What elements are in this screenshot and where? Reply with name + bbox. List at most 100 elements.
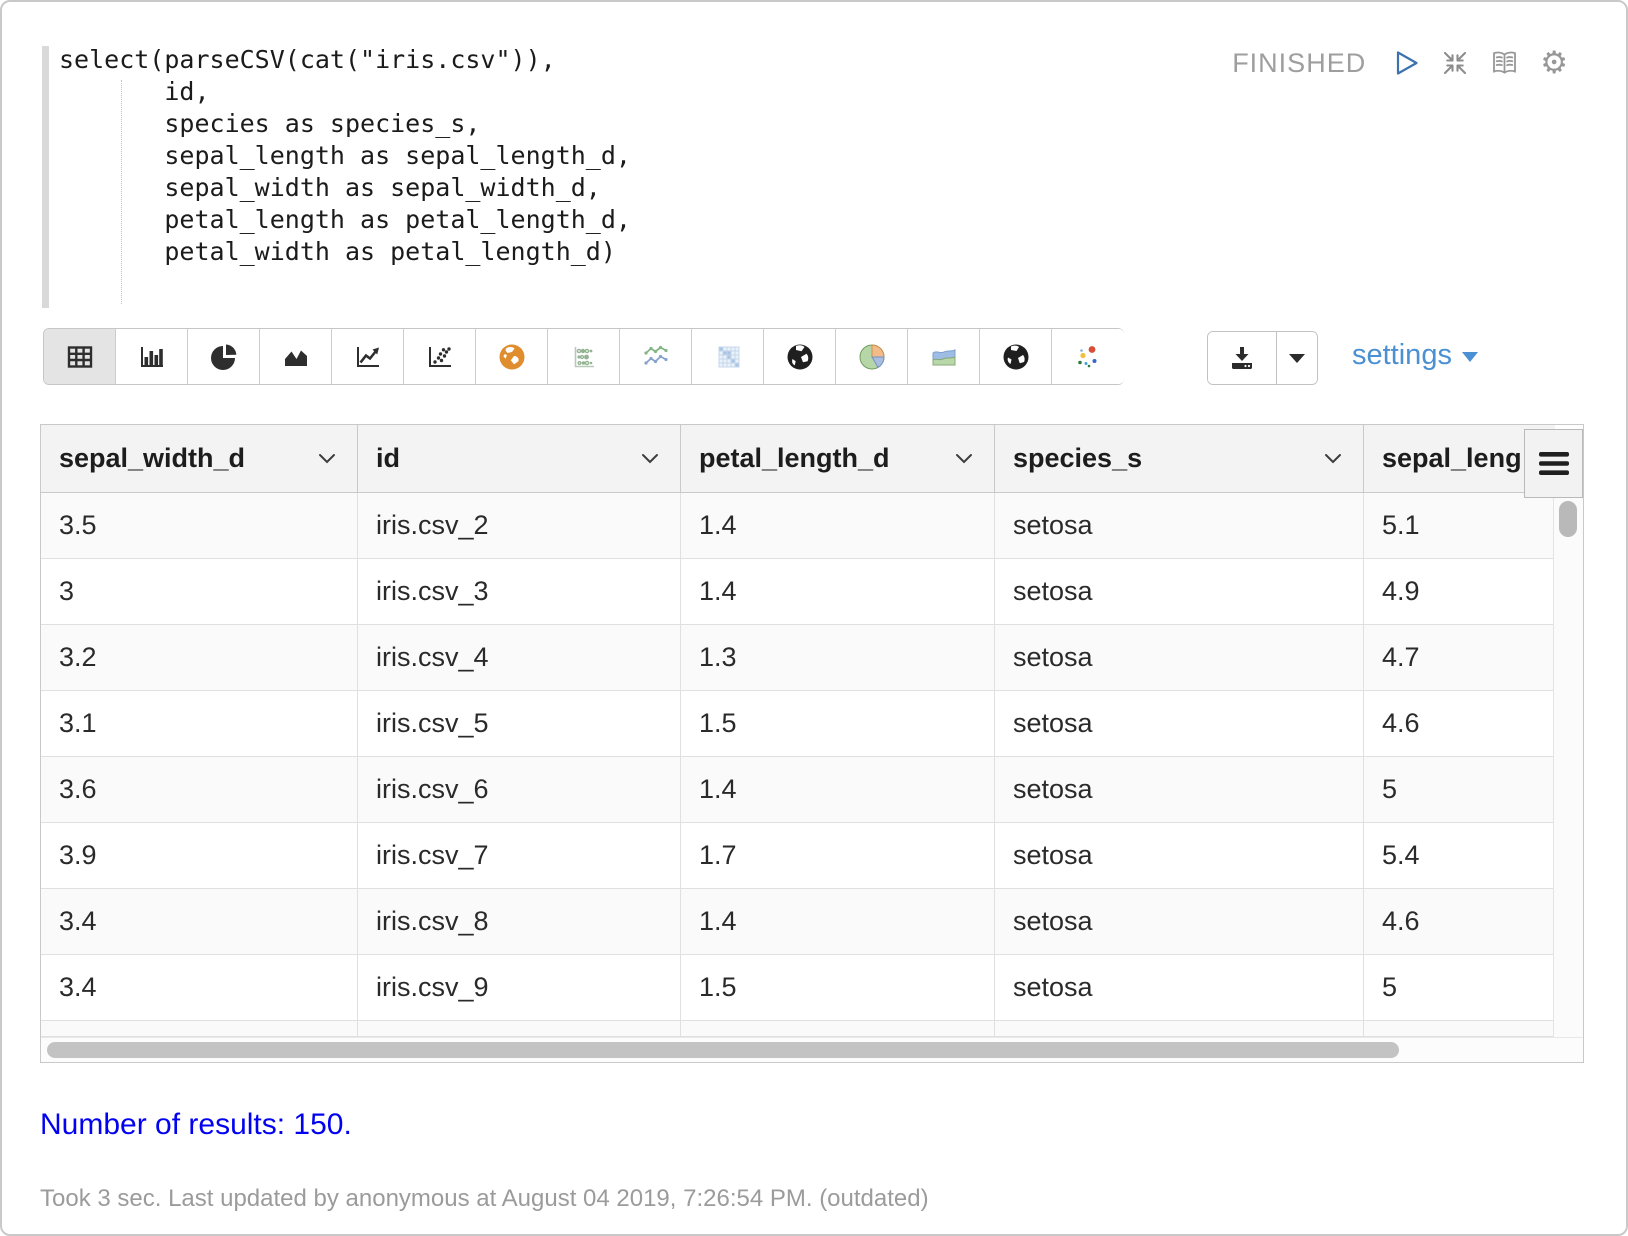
table-row: 3.9 iris.csv_7 1.7 setosa 5.4 <box>41 823 1555 889</box>
cell: setosa <box>995 757 1364 822</box>
area-chart-icon <box>282 343 310 371</box>
table-menu-button[interactable] <box>1524 429 1583 498</box>
cell: 1.5 <box>681 955 995 1020</box>
chevron-down-icon[interactable] <box>640 453 660 465</box>
code-line: id, <box>59 76 942 108</box>
cell: 4.7 <box>1364 625 1555 690</box>
table-row: 3.4 iris.csv_9 1.5 setosa 5 <box>41 955 1555 1021</box>
cell: iris.csv_4 <box>358 625 681 690</box>
cell: setosa <box>995 493 1364 558</box>
table-row: 3.1 iris.csv_5 1.5 setosa 4.6 <box>41 691 1555 757</box>
result-table: sepal_width_d id petal_length_d species_… <box>40 424 1584 1063</box>
caret-down-icon <box>1462 352 1478 362</box>
viz-sparkline-button[interactable] <box>620 329 692 384</box>
hamburger-menu-icon <box>1539 452 1569 475</box>
chevron-down-icon[interactable] <box>954 453 974 465</box>
cell <box>1364 1021 1555 1036</box>
table-row: 3.5 iris.csv_2 1.4 setosa 5.1 <box>41 493 1555 559</box>
code-line: petal_length as petal_length_d, <box>59 204 942 236</box>
play-icon <box>1393 49 1420 77</box>
viz-line-chart-button[interactable] <box>332 329 404 384</box>
cell: 5 <box>1364 955 1555 1020</box>
cell: setosa <box>995 559 1364 624</box>
code-line: select(parseCSV(cat("iris.csv")), <box>59 44 942 76</box>
cell: 5 <box>1364 757 1555 822</box>
chevron-down-icon[interactable] <box>1323 453 1343 465</box>
viz-globe-orange-button[interactable] <box>476 329 548 384</box>
cell: iris.csv_7 <box>358 823 681 888</box>
column-label: species_s <box>1013 443 1142 474</box>
heatmap-grid-icon <box>714 343 742 371</box>
viz-stream-area-button[interactable] <box>908 329 980 384</box>
download-options-button[interactable] <box>1277 332 1317 384</box>
download-button[interactable] <box>1208 332 1277 384</box>
column-label: sepal_width_d <box>59 443 245 474</box>
cell: 1.5 <box>681 691 995 756</box>
vertical-scrollbar-thumb[interactable] <box>1559 501 1577 537</box>
report-view-button[interactable] <box>1490 49 1519 77</box>
viz-globe-dark-2-button[interactable] <box>980 329 1052 384</box>
cell: 3.4 <box>41 889 358 954</box>
viz-pie-chart-button[interactable] <box>188 329 260 384</box>
horizontal-scrollbar[interactable] <box>41 1037 1583 1062</box>
cell: iris.csv_8 <box>358 889 681 954</box>
settings-link[interactable]: settings <box>1352 339 1478 372</box>
code-line: sepal_width as sepal_width_d, <box>59 172 942 204</box>
bar-chart-icon <box>138 343 166 371</box>
cell: 1.4 <box>681 493 995 558</box>
viz-scatter-chart-button[interactable] <box>404 329 476 384</box>
zeppelin-paragraph: select(parseCSV(cat("iris.csv")), id, sp… <box>0 0 1628 1236</box>
run-button[interactable] <box>1393 49 1420 77</box>
editor-gutter <box>42 46 49 308</box>
vertical-scrollbar[interactable] <box>1553 493 1583 1037</box>
viz-heatmap-grid-button[interactable] <box>692 329 764 384</box>
column-header-id[interactable]: id <box>358 425 681 492</box>
horizontal-scrollbar-thumb[interactable] <box>47 1042 1399 1058</box>
globe-dark-2-icon <box>1001 342 1031 372</box>
viz-dot-matrix-button[interactable] <box>548 329 620 384</box>
paragraph-controls: FINISHED <box>1232 46 1568 80</box>
settings-label: settings <box>1352 339 1452 372</box>
gear-icon: ⚙ <box>1540 48 1568 79</box>
cell: 1.7 <box>681 823 995 888</box>
column-header-species-s[interactable]: species_s <box>995 425 1364 492</box>
column-label: petal_length_d <box>699 443 890 474</box>
indent-guide <box>121 80 122 304</box>
stream-area-icon <box>929 342 959 372</box>
column-header-petal-length-d[interactable]: petal_length_d <box>681 425 995 492</box>
viz-bar-chart-button[interactable] <box>116 329 188 384</box>
download-split-button <box>1207 331 1318 385</box>
viz-area-chart-button[interactable] <box>260 329 332 384</box>
cell: iris.csv_3 <box>358 559 681 624</box>
cell: 1.4 <box>681 559 995 624</box>
code-line: sepal_length as sepal_length_d, <box>59 140 942 172</box>
code-line: petal_width as petal_length_d) <box>59 236 942 268</box>
viz-globe-dark-button[interactable] <box>764 329 836 384</box>
cell: iris.csv_6 <box>358 757 681 822</box>
cell <box>41 1021 358 1036</box>
column-label: id <box>376 443 400 474</box>
collapse-button[interactable] <box>1441 49 1469 77</box>
code-editor[interactable]: select(parseCSV(cat("iris.csv")), id, sp… <box>42 44 942 268</box>
sparkline-icon <box>642 343 670 371</box>
cell: 4.9 <box>1364 559 1555 624</box>
book-icon <box>1490 49 1519 77</box>
scatter-chart-icon <box>426 343 454 371</box>
cell: setosa <box>995 889 1364 954</box>
cell: 3.1 <box>41 691 358 756</box>
cell <box>681 1021 995 1036</box>
viz-table-button[interactable] <box>44 329 116 384</box>
cell: 3.5 <box>41 493 358 558</box>
column-header-sepal-width-d[interactable]: sepal_width_d <box>41 425 358 492</box>
cell: iris.csv_5 <box>358 691 681 756</box>
status-badge: FINISHED <box>1232 48 1366 79</box>
viz-scatter-colored-button[interactable] <box>1052 329 1124 384</box>
scatter-colored-icon <box>1073 342 1103 372</box>
cell: iris.csv_2 <box>358 493 681 558</box>
viz-pie-colored-button[interactable] <box>836 329 908 384</box>
cell: 1.3 <box>681 625 995 690</box>
cell: 3.6 <box>41 757 358 822</box>
download-icon <box>1227 343 1257 373</box>
settings-gear-button[interactable]: ⚙ <box>1540 48 1568 79</box>
chevron-down-icon[interactable] <box>317 453 337 465</box>
